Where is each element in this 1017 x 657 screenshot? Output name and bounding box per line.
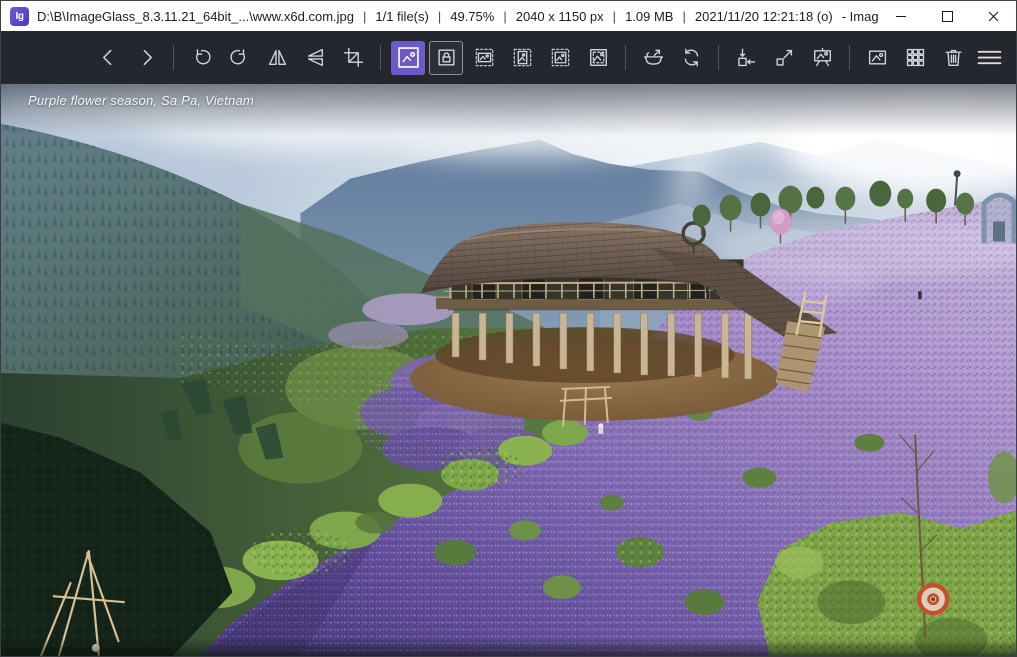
toolbar-separator <box>625 45 626 70</box>
toolbar-separator <box>849 45 850 70</box>
minimize-button[interactable] <box>878 1 924 31</box>
delete-button[interactable] <box>936 41 970 75</box>
imageglass-logo-icon[interactable]: Ig <box>10 7 29 26</box>
lock-zoom-button[interactable] <box>429 41 463 75</box>
rotate-left-icon <box>191 47 212 68</box>
titlebar-file-size: 1.09 MB <box>625 9 673 24</box>
gallery-button[interactable] <box>860 41 894 75</box>
toolbar-separator <box>380 45 381 70</box>
auto-zoom-icon <box>397 46 420 69</box>
rotate-right-icon <box>229 47 250 68</box>
titlebar-file-count: 1/1 file(s) <box>375 9 428 24</box>
titlebar-text: D:\B\ImageGlass_8.3.11.21_64bit_...\www.… <box>37 9 878 24</box>
flip-horizontal-button[interactable] <box>260 41 294 75</box>
titlebar-separator: | <box>682 9 685 24</box>
refresh-icon <box>681 47 702 68</box>
rotate-left-button[interactable] <box>184 41 218 75</box>
titlebar: Ig D:\B\ImageGlass_8.3.11.21_64bit_...\w… <box>1 1 1016 31</box>
photo-scene <box>1 84 1016 656</box>
scale-to-height-button[interactable] <box>505 41 539 75</box>
titlebar-separator: | <box>613 9 616 24</box>
scale-to-height-icon <box>512 47 533 68</box>
maximize-icon <box>942 11 953 22</box>
full-screen-icon <box>774 47 795 68</box>
bottom-vignette <box>1 638 1016 656</box>
chevron-left-icon <box>98 47 119 68</box>
titlebar-separator: | <box>438 9 441 24</box>
slideshow-button[interactable] <box>805 41 839 75</box>
pole-top <box>954 170 961 177</box>
lock-zoom-icon <box>436 47 457 68</box>
blue-arch-structure <box>984 195 1014 243</box>
titlebar-file-path: D:\B\ImageGlass_8.3.11.21_64bit_...\www.… <box>37 9 354 24</box>
flip-vertical-button[interactable] <box>298 41 332 75</box>
window-fit-icon <box>736 47 757 68</box>
toolbar-separator <box>173 45 174 70</box>
flip-horizontal-icon <box>267 47 288 68</box>
scale-to-fit-icon <box>550 47 571 68</box>
minimize-icon <box>896 16 906 17</box>
toolbar-separator <box>718 45 719 70</box>
window-controls <box>878 1 1016 31</box>
target-ring <box>919 585 947 613</box>
open-with-icon <box>643 47 664 68</box>
main-menu-button[interactable] <box>972 41 1006 75</box>
photo-canvas[interactable]: Purple flower season, Sa Pa, Vietnam <box>1 84 1016 656</box>
crop-icon <box>343 47 364 68</box>
refresh-button[interactable] <box>674 41 708 75</box>
photo-caption: Purple flower season, Sa Pa, Vietnam <box>28 93 254 108</box>
scale-to-width-button[interactable] <box>467 41 501 75</box>
window-fit-button[interactable] <box>729 41 763 75</box>
scale-to-width-icon <box>474 47 495 68</box>
scale-to-fit-button[interactable] <box>543 41 577 75</box>
rotate-right-button[interactable] <box>222 41 256 75</box>
image-icon <box>867 47 888 68</box>
maximize-button[interactable] <box>924 1 970 31</box>
scale-to-fill-icon <box>588 47 609 68</box>
open-with-button[interactable] <box>636 41 670 75</box>
toolbar <box>1 31 1016 84</box>
scale-to-fill-button[interactable] <box>581 41 615 75</box>
top-vignette <box>1 84 1016 136</box>
titlebar-dimensions: 2040 x 1150 px <box>516 9 604 24</box>
thumbnail-bar-button[interactable] <box>898 41 932 75</box>
flip-vertical-icon <box>305 47 326 68</box>
next-image-button[interactable] <box>129 41 163 75</box>
full-screen-button[interactable] <box>767 41 801 75</box>
titlebar-separator: | <box>503 9 506 24</box>
trash-icon <box>943 47 964 68</box>
titlebar-app-name: - ImageG... <box>842 9 878 24</box>
grid-icon <box>905 47 926 68</box>
close-icon <box>988 11 999 22</box>
auto-zoom-button[interactable] <box>391 41 425 75</box>
close-button[interactable] <box>970 1 1016 31</box>
titlebar-timestamp: 2021/11/20 12:21:18 (o) <box>695 9 833 24</box>
titlebar-zoom-level: 49.75% <box>450 9 494 24</box>
crop-button[interactable] <box>336 41 370 75</box>
hamburger-menu-icon <box>977 47 1002 68</box>
titlebar-separator: | <box>363 9 366 24</box>
previous-image-button[interactable] <box>91 41 125 75</box>
slideshow-icon <box>812 47 833 68</box>
imageglass-window: Ig D:\B\ImageGlass_8.3.11.21_64bit_...\w… <box>0 0 1017 657</box>
chevron-right-icon <box>136 47 157 68</box>
